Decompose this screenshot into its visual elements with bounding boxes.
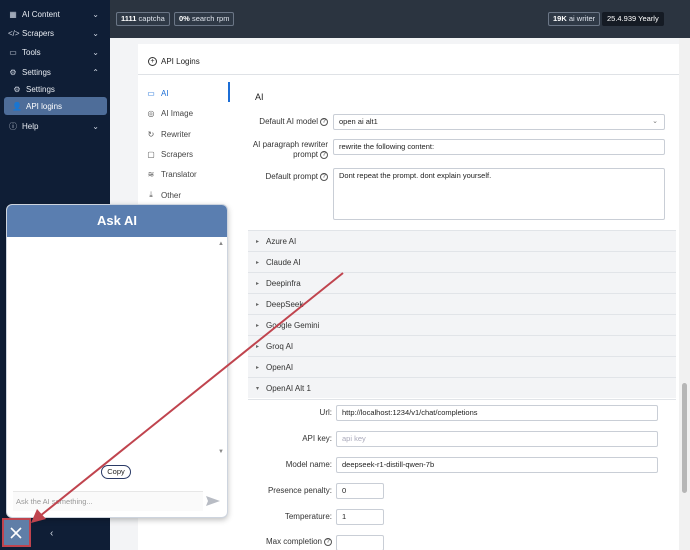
model-name-label: Model name: bbox=[285, 460, 332, 469]
sidebar-item-ai-content[interactable]: ▦ AI Content ⌄ bbox=[4, 5, 107, 23]
help-icon: ? bbox=[320, 150, 328, 159]
accordion-deepseek[interactable]: ▸ DeepSeek bbox=[248, 293, 676, 314]
sidebar-item-label: Tools bbox=[22, 47, 41, 57]
plus-circle-icon: + bbox=[148, 56, 157, 66]
openai-alt1-panel bbox=[248, 399, 676, 550]
subnav-other[interactable]: ⤓ Other bbox=[146, 186, 181, 204]
scrollbar-thumb[interactable] bbox=[682, 383, 687, 493]
user-icon: 👤 bbox=[12, 101, 22, 111]
accordion-claude-ai[interactable]: ▸ Claude AI bbox=[248, 251, 676, 272]
gear-icon: ⚙ bbox=[9, 67, 17, 77]
chevron-down-icon: ⌄ bbox=[92, 121, 99, 131]
tab-api-logins[interactable]: + API Logins bbox=[148, 50, 200, 72]
top-bar: 1111 captcha 0% search rpm 19K ai writer… bbox=[110, 0, 690, 38]
rewriter-prompt-label: AI paragraph rewriter prompt? bbox=[252, 140, 328, 159]
help-icon: ? bbox=[324, 537, 332, 546]
chevron-down-icon: ⌄ bbox=[92, 9, 99, 19]
chevron-down-icon: ⌄ bbox=[652, 118, 658, 125]
subnav-active-indicator bbox=[228, 82, 230, 102]
sidebar-subitem-settings[interactable]: ⚙ Settings bbox=[4, 80, 107, 98]
api-key-input[interactable]: api key bbox=[336, 431, 658, 447]
sidebar-subitem-api-logins[interactable]: 👤 API logins bbox=[4, 97, 107, 115]
ask-ai-panel: Ask AI ▲ ▼ Copy Ask the AI something... bbox=[6, 204, 228, 518]
sidebar-item-help[interactable]: ⓘ Help ⌄ bbox=[4, 117, 107, 135]
section-title: AI bbox=[255, 92, 264, 102]
scroll-up-icon[interactable]: ▲ bbox=[217, 241, 225, 247]
tab-divider bbox=[138, 74, 682, 75]
scroll-down-icon[interactable]: ▼ bbox=[217, 449, 225, 455]
help-icon: ⓘ bbox=[9, 121, 17, 131]
subnav-ai[interactable]: ▭ AI bbox=[146, 84, 168, 102]
default-model-label: Default AI model? bbox=[248, 117, 328, 126]
presence-penalty-input[interactable]: 0 bbox=[336, 483, 384, 499]
subnav-rewriter[interactable]: ↻ Rewriter bbox=[146, 125, 191, 143]
ask-ai-title: Ask AI bbox=[7, 205, 227, 237]
collapse-sidebar-icon[interactable]: ‹ bbox=[50, 528, 53, 539]
chevron-up-icon: ⌃ bbox=[92, 67, 99, 77]
help-icon: ? bbox=[320, 117, 328, 126]
grid-icon: ▦ bbox=[9, 9, 17, 19]
scraper-icon: ▢ bbox=[147, 149, 155, 159]
accordion-groq-ai[interactable]: ▸ Groq AI bbox=[248, 335, 676, 356]
version-badge: 25.4.939 Yearly bbox=[602, 12, 664, 26]
search-rpm-badge: 0% search rpm bbox=[174, 12, 235, 26]
briefcase-icon: ▭ bbox=[9, 47, 17, 57]
accordion-openai[interactable]: ▸ OpenAI bbox=[248, 356, 676, 377]
page-scrollbar[interactable] bbox=[679, 38, 690, 550]
sidebar-item-label: Scrapers bbox=[22, 28, 55, 38]
monitor-icon: ▭ bbox=[147, 88, 155, 98]
sidebar-item-label: Help bbox=[22, 121, 39, 131]
subnav-translator[interactable]: ≋ Translator bbox=[146, 165, 197, 183]
send-icon[interactable] bbox=[205, 495, 221, 507]
temperature-label: Temperature: bbox=[284, 512, 332, 521]
chat-scrollbar[interactable]: ▲ ▼ bbox=[217, 241, 225, 459]
max-completion-input[interactable] bbox=[336, 535, 384, 550]
ask-ai-chat-area bbox=[7, 237, 227, 459]
rewrite-icon: ↻ bbox=[147, 129, 155, 139]
rewriter-prompt-input[interactable]: rewrite the following content: bbox=[333, 139, 665, 155]
default-model-select[interactable]: open ai alt1 ⌄ bbox=[333, 114, 665, 130]
accordion-azure-ai[interactable]: ▸ Azure AI bbox=[248, 230, 676, 251]
accordion-deepinfra[interactable]: ▸ Deepinfra bbox=[248, 272, 676, 293]
accordion-openai-alt1[interactable]: ▾ OpenAI Alt 1 bbox=[248, 377, 676, 398]
chevron-down-icon: ⌄ bbox=[92, 28, 99, 38]
image-icon: ◎ bbox=[147, 108, 155, 118]
code-icon: </> bbox=[8, 28, 20, 38]
api-key-label: API key: bbox=[302, 434, 332, 443]
ask-ai-input[interactable]: Ask the AI something... bbox=[13, 491, 203, 511]
wifi-icon: ≋ bbox=[147, 169, 155, 179]
sidebar-item-tools[interactable]: ▭ Tools ⌄ bbox=[4, 43, 107, 61]
temperature-input[interactable]: 1 bbox=[336, 509, 384, 525]
chevron-down-icon: ⌄ bbox=[92, 47, 99, 57]
accordion-google-gemini[interactable]: ▸ Google Gemini bbox=[248, 314, 676, 335]
sidebar-item-scrapers[interactable]: </> Scrapers ⌄ bbox=[4, 24, 107, 42]
sidebar-item-settings[interactable]: ⚙ Settings ⌃ bbox=[4, 63, 107, 81]
url-label: Url: bbox=[319, 408, 332, 417]
subnav-ai-image[interactable]: ◎ AI Image bbox=[146, 104, 194, 122]
ai-writer-badge: 19K ai writer bbox=[548, 12, 601, 26]
copy-button[interactable]: Copy bbox=[101, 465, 131, 479]
presence-penalty-label: Presence penalty: bbox=[267, 486, 332, 495]
default-prompt-textarea[interactable]: Dont repeat the prompt. dont explain you… bbox=[333, 168, 665, 220]
help-icon: ? bbox=[320, 172, 328, 181]
sidebar-item-label: Settings bbox=[22, 67, 51, 77]
model-name-input[interactable]: deepseek-r1-distill-qwen-7b bbox=[336, 457, 658, 473]
sidebar-item-label: AI Content bbox=[22, 9, 60, 19]
gear-icon: ⚙ bbox=[13, 84, 21, 94]
download-icon: ⤓ bbox=[149, 190, 153, 199]
default-prompt-label: Default prompt? bbox=[248, 172, 328, 181]
annotation-highlight-box bbox=[2, 518, 31, 547]
subnav-scrapers[interactable]: ▢ Scrapers bbox=[146, 145, 193, 163]
sidebar-item-label: API logins bbox=[26, 101, 63, 111]
max-completion-label: Max completion? bbox=[248, 537, 332, 546]
url-input[interactable]: http://localhost:1234/v1/chat/completion… bbox=[336, 405, 658, 421]
captcha-badge: 1111 captcha bbox=[116, 12, 170, 26]
sidebar-item-label: Settings bbox=[26, 84, 55, 94]
